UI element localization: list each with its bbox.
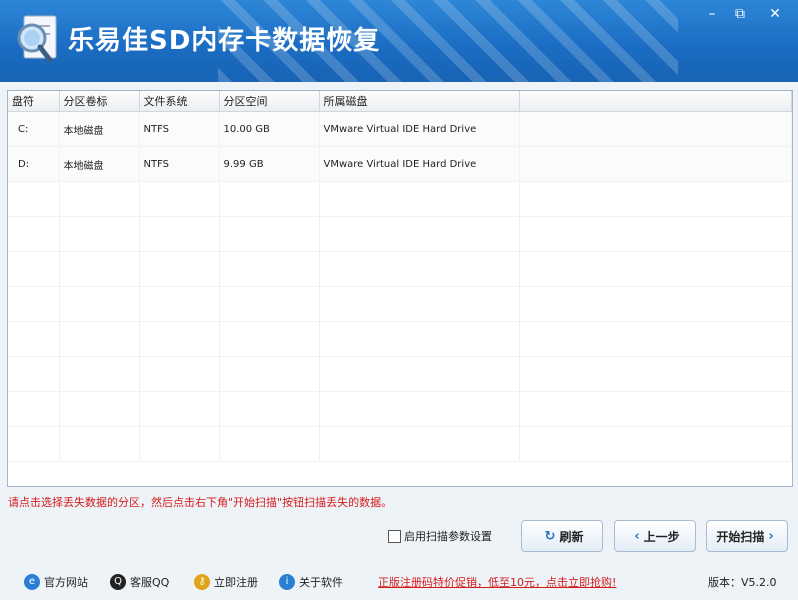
prev-step-label: 上一步 — [643, 529, 680, 544]
cell-size: 10.00 GB — [219, 111, 320, 147]
empty-row — [8, 426, 792, 462]
about-label: 关于软件 — [299, 576, 343, 589]
cell-disk: VMware Virtual IDE Hard Drive — [319, 146, 520, 182]
empty-row — [8, 181, 792, 217]
table-row[interactable]: D: 本地磁盘 NTFS 9.99 GB VMware Virtual IDE … — [8, 146, 792, 182]
cell-filesystem: NTFS — [139, 111, 220, 147]
start-scan-label: 开始扫描 — [716, 529, 765, 544]
empty-row — [8, 216, 792, 252]
cell-filesystem: NTFS — [139, 146, 220, 182]
minimize-button[interactable]: – — [700, 4, 724, 24]
version-label: 版本： — [708, 576, 741, 589]
refresh-icon: ↻ — [544, 528, 556, 544]
column-header-label[interactable]: 分区卷标 — [59, 91, 140, 112]
close-button[interactable]: ✕ — [763, 4, 787, 24]
official-site-label: 官方网站 — [44, 576, 88, 589]
cell-size: 9.99 GB — [219, 146, 320, 182]
ie-icon: e — [24, 574, 40, 590]
instruction-text: 请点击选择丢失数据的分区，然后点击右下角"开始扫描"按钮扫描丢失的数据。 — [8, 496, 393, 509]
promo-link[interactable]: 正版注册码特价促销，低至10元，点击立即抢购! — [378, 574, 616, 590]
column-header-empty — [519, 91, 792, 112]
empty-row — [8, 286, 792, 322]
column-header-filesystem[interactable]: 文件系统 — [139, 91, 220, 112]
cell-empty — [519, 146, 792, 182]
app-title: 乐易佳SD内存卡数据恢复 — [68, 26, 381, 56]
support-qq-label: 客服QQ — [130, 576, 170, 589]
official-site-link[interactable]: e 官方网站 — [24, 574, 88, 590]
empty-row — [8, 321, 792, 357]
about-link[interactable]: i 关于软件 — [279, 574, 343, 590]
empty-row — [8, 391, 792, 427]
info-icon: i — [279, 574, 295, 590]
key-icon: ⚷ — [194, 574, 210, 590]
version-info: 版本：V5.2.0 — [708, 574, 777, 590]
cell-label: 本地磁盘 — [59, 146, 140, 182]
register-label: 立即注册 — [214, 576, 258, 589]
chevron-left-icon: ‹ — [634, 528, 640, 544]
empty-row — [8, 356, 792, 392]
register-link[interactable]: ⚷ 立即注册 — [194, 574, 258, 590]
restore-button[interactable]: ⧉ — [728, 4, 752, 24]
cell-label: 本地磁盘 — [59, 111, 140, 147]
partition-list: 盘符 分区卷标 文件系统 分区空间 所属磁盘 C: 本地磁盘 NTFS 10.0… — [7, 90, 793, 487]
partition-table: 盘符 分区卷标 文件系统 分区空间 所属磁盘 C: 本地磁盘 NTFS 10.0… — [8, 91, 792, 462]
cell-empty — [519, 111, 792, 147]
column-header-size[interactable]: 分区空间 — [219, 91, 320, 112]
scan-params-checkbox[interactable]: 启用扫描参数设置 — [388, 528, 492, 544]
support-qq-link[interactable]: Q 客服QQ — [110, 574, 169, 590]
title-bar: 乐易佳SD内存卡数据恢复 – ⧉ ✕ — [0, 0, 798, 82]
column-header-drive[interactable]: 盘符 — [8, 91, 60, 112]
chevron-right-icon: › — [768, 528, 774, 544]
table-header: 盘符 分区卷标 文件系统 分区空间 所属磁盘 — [8, 91, 792, 112]
cell-drive: D: — [8, 146, 60, 182]
qq-icon: Q — [110, 574, 126, 590]
table-row[interactable]: C: 本地磁盘 NTFS 10.00 GB VMware Virtual IDE… — [8, 111, 792, 147]
empty-row — [8, 251, 792, 287]
cell-drive: C: — [8, 111, 60, 147]
magnifier-logo-icon — [17, 15, 57, 63]
refresh-button[interactable]: ↻ 刷新 — [521, 520, 603, 552]
checkbox-box[interactable] — [388, 529, 401, 543]
scan-params-label: 启用扫描参数设置 — [404, 530, 492, 543]
column-header-disk[interactable]: 所属磁盘 — [319, 91, 520, 112]
start-scan-button[interactable]: 开始扫描 › — [706, 520, 788, 552]
prev-step-button[interactable]: ‹ 上一步 — [614, 520, 696, 552]
version-value: V5.2.0 — [741, 576, 777, 589]
refresh-label: 刷新 — [559, 529, 584, 544]
cell-disk: VMware Virtual IDE Hard Drive — [319, 111, 520, 147]
